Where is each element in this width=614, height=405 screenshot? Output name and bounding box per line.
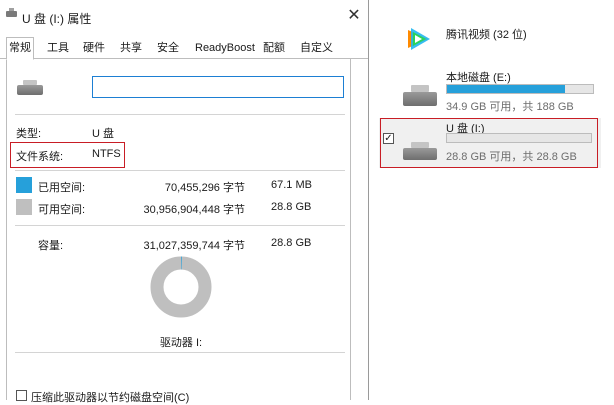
filesystem-highlight-box bbox=[10, 142, 125, 168]
free-space-swatch bbox=[16, 199, 32, 215]
tab-tools[interactable]: 工具 bbox=[45, 40, 71, 57]
drive-e-usage-bar bbox=[446, 84, 594, 94]
free-space-bytes: 30,956,904,448 字节 bbox=[143, 201, 245, 217]
donut-free-ring bbox=[157, 263, 205, 311]
dialog-title: U 盘 (I:) 属性 bbox=[22, 10, 91, 27]
close-icon[interactable]: ✕ bbox=[344, 6, 364, 26]
properties-dialog: U 盘 (I:) 属性 ✕ 常规 工具 硬件 共享 安全 ReadyBoost … bbox=[0, 0, 369, 400]
tencent-video-icon[interactable] bbox=[404, 24, 434, 54]
divider bbox=[15, 170, 345, 171]
usb-drive-icon bbox=[6, 11, 17, 17]
used-space-label: 已用空间: bbox=[38, 179, 85, 195]
capacity-label: 容量: bbox=[38, 237, 63, 253]
video-app-name[interactable]: 腾讯视频 (32 位) bbox=[446, 26, 527, 42]
title-bar[interactable]: U 盘 (I:) 属性 ✕ bbox=[0, 0, 368, 34]
tab-bar: 常规 工具 硬件 共享 安全 ReadyBoost 配额 自定义 bbox=[0, 37, 368, 59]
drive-e-name[interactable]: 本地磁盘 (E:) bbox=[446, 69, 511, 85]
drive-i-highlight-box bbox=[380, 118, 598, 168]
used-space-bytes: 70,455,296 字节 bbox=[165, 179, 245, 195]
drive-e-usage-fill bbox=[447, 85, 565, 93]
compress-drive-label: 压缩此驱动器以节约磁盘空间(C) bbox=[31, 389, 189, 405]
usb-drive-icon bbox=[17, 85, 43, 95]
tab-readyboost[interactable]: ReadyBoost bbox=[193, 40, 257, 57]
tab-sharing[interactable]: 共享 bbox=[118, 40, 144, 57]
used-space-size: 67.1 MB bbox=[271, 179, 312, 191]
tab-security[interactable]: 安全 bbox=[155, 40, 181, 57]
hard-drive-icon[interactable] bbox=[403, 92, 437, 106]
drive-e-space: 34.9 GB 可用，共 188 GB bbox=[446, 98, 574, 114]
drive-name-input[interactable] bbox=[92, 76, 344, 98]
tab-quota[interactable]: 配额 bbox=[261, 40, 287, 57]
compress-drive-checkbox[interactable] bbox=[16, 390, 27, 401]
this-pc-pane bbox=[369, 0, 614, 400]
disk-usage-donut bbox=[150, 256, 212, 318]
type-label: 类型: bbox=[16, 125, 41, 141]
tab-hardware[interactable]: 硬件 bbox=[81, 40, 107, 57]
tab-general[interactable]: 常规 bbox=[6, 37, 34, 60]
capacity-size: 28.8 GB bbox=[271, 237, 311, 249]
tab-customize[interactable]: 自定义 bbox=[298, 40, 335, 57]
divider bbox=[15, 352, 345, 353]
capacity-bytes: 31,027,359,744 字节 bbox=[143, 237, 245, 253]
divider bbox=[15, 114, 345, 115]
divider bbox=[15, 225, 345, 226]
drive-letter-label: 驱动器 I: bbox=[160, 334, 202, 350]
used-space-swatch bbox=[16, 177, 32, 193]
free-space-label: 可用空间: bbox=[38, 201, 85, 217]
type-value: U 盘 bbox=[92, 125, 114, 141]
free-space-size: 28.8 GB bbox=[271, 201, 311, 213]
